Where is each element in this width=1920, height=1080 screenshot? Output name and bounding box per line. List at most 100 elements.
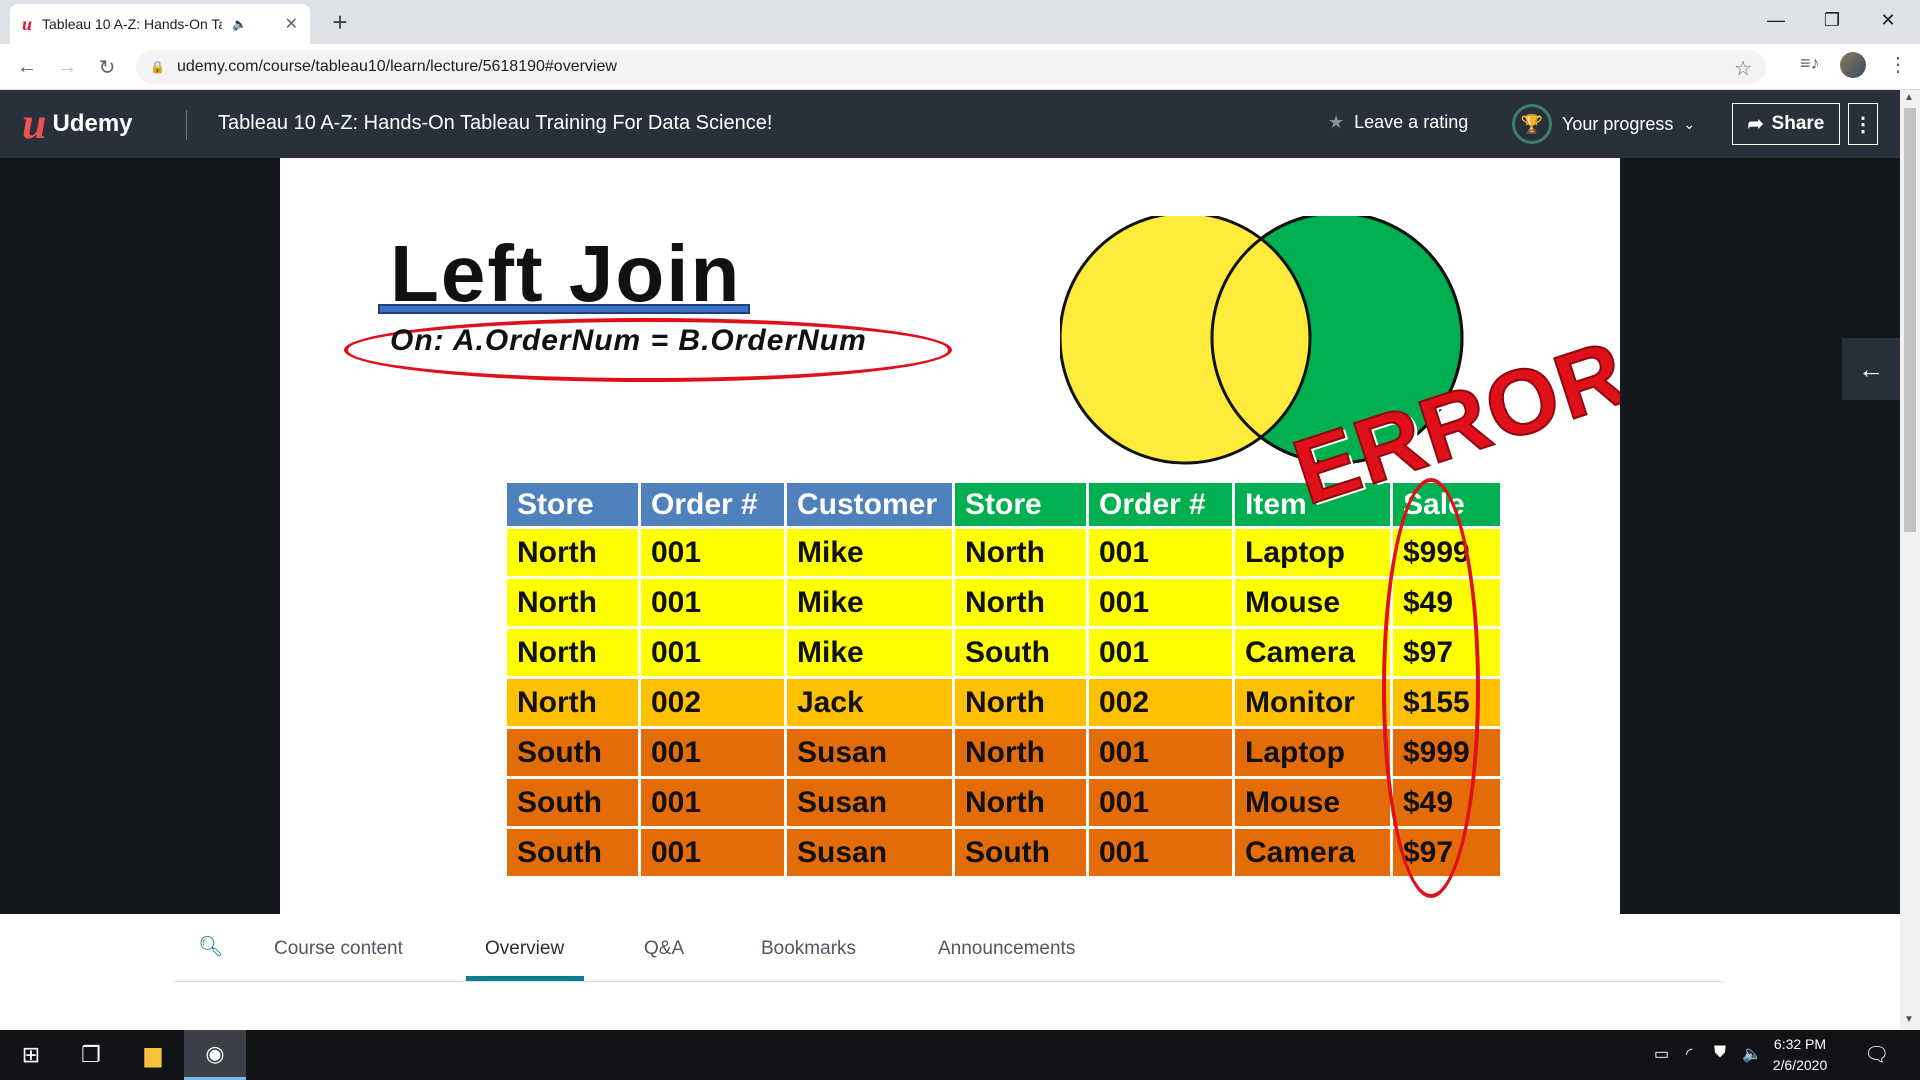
- table-cell: 001: [638, 726, 787, 779]
- new-tab-button[interactable]: +: [326, 8, 354, 36]
- table-cell: Camera: [1232, 826, 1393, 879]
- table-cell: 001: [1086, 626, 1235, 679]
- table-cell: North: [952, 526, 1089, 579]
- join-condition: On: A.OrderNum = B.OrderNum: [390, 324, 867, 357]
- table-cell: 001: [1086, 576, 1235, 629]
- table-cell: 001: [638, 626, 787, 679]
- page-scrollbar[interactable]: ▲ ▼: [1900, 90, 1920, 1030]
- column-header: Order #: [638, 480, 787, 529]
- udemy-favicon-icon: u: [22, 13, 33, 34]
- minimize-button[interactable]: —: [1748, 0, 1804, 40]
- browser-menu-icon[interactable]: ⋮: [1888, 52, 1908, 77]
- tab-title: Tableau 10 A-Z: Hands-On Tableau Trainin…: [42, 16, 222, 32]
- table-cell: Mike: [784, 626, 955, 679]
- tab-overview[interactable]: Overview: [485, 938, 564, 960]
- table-cell: 001: [1086, 726, 1235, 779]
- browser-tab[interactable]: u Tableau 10 A-Z: Hands-On Tableau Train…: [10, 4, 310, 44]
- table-cell: Susan: [784, 826, 955, 879]
- share-label: Share: [1771, 113, 1825, 134]
- table-row: North 001 Mike North 001 Laptop $999: [504, 526, 1503, 579]
- video-player[interactable]: Left Join On: A.OrderNum = B.OrderNum St…: [0, 158, 1900, 914]
- table-cell: Camera: [1232, 626, 1393, 679]
- course-header: u Udemy Tableau 10 A-Z: Hands-On Tableau…: [0, 90, 1900, 158]
- media-control-icon[interactable]: ≡♪: [1800, 53, 1820, 74]
- tab-course-content[interactable]: Course content: [274, 938, 403, 960]
- scroll-down-icon[interactable]: ▼: [1904, 1014, 1914, 1025]
- table-cell: North: [952, 676, 1089, 729]
- join-result-table: Store Order # Customer Store Order # Ite…: [504, 480, 1503, 879]
- volume-icon[interactable]: 🔈: [1742, 1044, 1762, 1064]
- scroll-thumb[interactable]: [1904, 108, 1916, 532]
- course-title: Tableau 10 A-Z: Hands-On Tableau Trainin…: [218, 112, 773, 134]
- arrow-left-icon[interactable]: ←: [1842, 338, 1900, 400]
- table-row: North 001 Mike North 001 Mouse $49: [504, 576, 1503, 629]
- restore-button[interactable]: ❐: [1804, 0, 1860, 40]
- table-cell: 001: [1086, 776, 1235, 829]
- security-shield-icon[interactable]: ⛊: [1714, 1044, 1726, 1062]
- table-cell: Mouse: [1232, 576, 1393, 629]
- reload-button[interactable]: ↻: [92, 52, 122, 82]
- search-icon[interactable]: 🔍︎: [198, 934, 223, 959]
- table-cell: 002: [638, 676, 787, 729]
- table-cell: South: [952, 826, 1089, 879]
- share-icon: ➦: [1747, 113, 1764, 135]
- table-cell: North: [504, 676, 641, 729]
- leave-rating-button[interactable]: ★ Leave a rating: [1328, 112, 1468, 133]
- scroll-up-icon[interactable]: ▲: [1904, 92, 1914, 103]
- lecture-slide: Left Join On: A.OrderNum = B.OrderNum St…: [280, 158, 1620, 914]
- task-view-icon[interactable]: ❐: [60, 1030, 122, 1080]
- table-cell: Mouse: [1232, 776, 1393, 829]
- clock-date: 2/6/2020: [1772, 1057, 1828, 1073]
- table-row: South 001 Susan North 001 Mouse $49: [504, 776, 1503, 829]
- table-cell: 002: [1086, 676, 1235, 729]
- title-underline: [378, 304, 750, 314]
- table-cell: South: [504, 776, 641, 829]
- table-cell: North: [952, 726, 1089, 779]
- table-cell: North: [952, 576, 1089, 629]
- udemy-logo[interactable]: u Udemy: [22, 102, 133, 146]
- table-row: North 002 Jack North 002 Monitor $155: [504, 676, 1503, 729]
- table-cell: 001: [638, 776, 787, 829]
- table-cell: South: [504, 826, 641, 879]
- sale-column-highlight-ellipse: [1382, 478, 1480, 898]
- table-cell: Laptop: [1232, 526, 1393, 579]
- browser-tab-bar: u Tableau 10 A-Z: Hands-On Tableau Train…: [0, 0, 1920, 44]
- windows-start-icon[interactable]: ⊞: [0, 1030, 62, 1080]
- lecture-tabs: 🔍︎ Course content Overview Q&A Bookmarks…: [174, 914, 1724, 982]
- tab-bookmarks[interactable]: Bookmarks: [761, 938, 856, 960]
- active-tab-indicator: [466, 976, 584, 981]
- table-cell: 001: [1086, 826, 1235, 879]
- more-options-button[interactable]: ⋮: [1848, 103, 1878, 145]
- chrome-icon[interactable]: ◉: [184, 1030, 246, 1080]
- header-divider: [186, 110, 187, 140]
- close-tab-icon[interactable]: ✕: [285, 14, 298, 34]
- profile-avatar[interactable]: [1840, 52, 1866, 78]
- back-button[interactable]: ←: [12, 52, 42, 82]
- column-header: Store: [952, 480, 1089, 529]
- table-cell: North: [504, 576, 641, 629]
- table-cell: Mike: [784, 576, 955, 629]
- bookmark-star-icon[interactable]: ☆: [1734, 56, 1752, 81]
- url-text: udemy.com/course/tableau10/learn/lecture…: [176, 58, 617, 75]
- speaker-icon[interactable]: 🔈: [232, 17, 247, 31]
- column-header: Customer: [784, 480, 955, 529]
- tab-announcements[interactable]: Announcements: [938, 938, 1075, 960]
- file-explorer-icon[interactable]: ▆: [122, 1030, 184, 1080]
- tab-qa[interactable]: Q&A: [644, 938, 684, 960]
- battery-icon[interactable]: ▭: [1654, 1044, 1669, 1064]
- table-cell: North: [504, 626, 641, 679]
- chevron-down-icon: ⌄: [1683, 115, 1696, 132]
- table-row: North 001 Mike South 001 Camera $97: [504, 626, 1503, 679]
- table-cell: Susan: [784, 726, 955, 779]
- notifications-icon[interactable]: 🗨: [1864, 1042, 1889, 1067]
- share-button[interactable]: ➦ Share: [1732, 103, 1840, 145]
- lock-icon[interactable]: 🔒: [150, 60, 165, 74]
- close-window-button[interactable]: ✕: [1860, 0, 1916, 40]
- wifi-icon[interactable]: ◜: [1686, 1044, 1692, 1064]
- forward-button[interactable]: →: [52, 52, 82, 82]
- system-clock[interactable]: 6:32 PM 2/6/2020: [1760, 1034, 1840, 1076]
- url-input[interactable]: 🔒 udemy.com/course/tableau10/learn/lectu…: [136, 50, 1766, 84]
- table-cell: 001: [1086, 526, 1235, 579]
- your-progress-label: Your progress: [1562, 113, 1674, 134]
- your-progress-button[interactable]: 🏆 Your progress ⌄: [1512, 104, 1695, 144]
